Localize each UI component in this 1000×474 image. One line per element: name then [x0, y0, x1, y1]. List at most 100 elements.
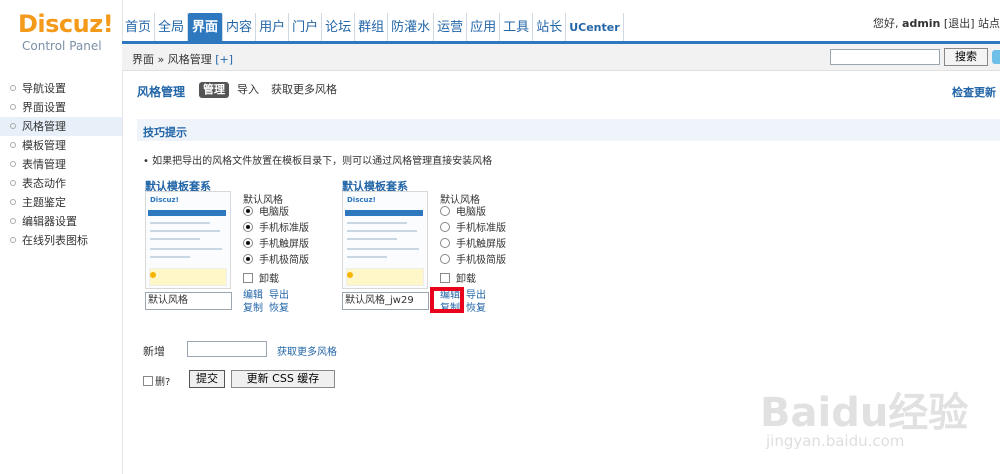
sidebar-item-click-actions[interactable]: 表态动作: [0, 174, 122, 193]
copy-link[interactable]: 复制: [243, 303, 263, 314]
thumbnail-line: [150, 248, 222, 250]
nav-webmaster[interactable]: 站长: [533, 13, 567, 41]
main-content: 风格管理 管理 导入 获取更多风格 检查更新 技巧提示 • 如果把导出的风格文件…: [123, 71, 1000, 474]
style-name-input[interactable]: 默认风格: [145, 292, 232, 310]
thumbnail-line: [150, 238, 200, 240]
get-more-styles-link[interactable]: 获取更多风格: [277, 343, 337, 358]
bullet-icon: [10, 85, 16, 91]
search-input[interactable]: [830, 49, 940, 65]
style-thumbnail[interactable]: Discuz!: [145, 191, 231, 289]
username: admin: [902, 17, 941, 30]
bullet-icon: [10, 104, 16, 110]
radio-group-title: 默认风格: [243, 195, 283, 206]
export-link[interactable]: 导出: [466, 290, 486, 301]
sub-bar: 界面 » 风格管理 [+] 搜索: [122, 44, 1000, 71]
sidebar-item-nav-settings[interactable]: 导航设置: [0, 79, 122, 98]
new-style-input[interactable]: [187, 341, 267, 357]
thumbnail-nav: [345, 210, 423, 216]
radio-icon[interactable]: [243, 238, 253, 248]
radio-icon[interactable]: [440, 254, 450, 264]
option-pc[interactable]: 电脑版: [243, 205, 309, 221]
option-mobile-simple[interactable]: 手机极简版: [440, 253, 506, 269]
thumbnail-notice: [149, 268, 227, 286]
style-card: 默认模板套系 Discuz! 默认风格_jw29 默认风格 电脑版 手机标准版 …: [342, 178, 532, 328]
radio-icon[interactable]: [440, 222, 450, 232]
radio-icon[interactable]: [440, 206, 450, 216]
bullet-icon: [10, 237, 16, 243]
new-style-label: 新增: [143, 345, 165, 358]
option-pc[interactable]: 电脑版: [440, 205, 506, 221]
highlight-box: [430, 287, 464, 313]
nav-home[interactable]: 首页: [122, 13, 156, 41]
bullet-icon: [10, 142, 16, 148]
thumbnail-line: [150, 222, 210, 224]
site-link[interactable]: 站点: [978, 17, 1000, 30]
nav-global[interactable]: 全局: [155, 13, 189, 41]
nav-groups[interactable]: 群组: [355, 13, 389, 41]
option-mobile-simple[interactable]: 手机极简版: [243, 253, 309, 269]
sidebar-item-label: 界面设置: [22, 101, 66, 114]
uninstall-option[interactable]: 卸载: [243, 271, 309, 289]
restore-link[interactable]: 恢复: [466, 303, 486, 314]
sidebar-item-template-management[interactable]: 模板管理: [0, 136, 122, 155]
nav-content[interactable]: 内容: [223, 13, 257, 41]
option-mobile-standard[interactable]: 手机标准版: [440, 221, 506, 237]
sidebar-item-smiley-management[interactable]: 表情管理: [0, 155, 122, 174]
submit-button[interactable]: 提交: [189, 370, 225, 388]
option-mobile-touch[interactable]: 手机触屏版: [440, 237, 506, 253]
logout-link[interactable]: [退出]: [944, 17, 975, 30]
radio-icon[interactable]: [243, 222, 253, 232]
header: Discuz! Control Panel 首页 全局 界面 内容 用户 门户 …: [0, 0, 1000, 70]
sidebar-item-label: 表情管理: [22, 158, 66, 171]
thumbnail-icon: [347, 272, 353, 278]
tip-text: • 如果把导出的风格文件放置在模板目录下，则可以通过风格管理直接安装风格: [143, 156, 493, 167]
bullet-icon: [10, 218, 16, 224]
page-title: 风格管理: [137, 85, 186, 99]
map-icon[interactable]: [992, 50, 1000, 64]
tab-get-more[interactable]: 获取更多风格: [267, 82, 341, 98]
nav-antispam[interactable]: 防灌水: [388, 13, 435, 41]
default-style-options: 默认风格 电脑版 手机标准版 手机触屏版 手机极简版 卸载: [243, 191, 309, 289]
tab-import[interactable]: 导入: [233, 82, 263, 98]
nav-ucenter[interactable]: UCenter: [566, 13, 624, 41]
nav-tools[interactable]: 工具: [500, 13, 534, 41]
nav-users[interactable]: 用户: [256, 13, 290, 41]
thumbnail-logo: Discuz!: [150, 196, 179, 204]
restore-link[interactable]: 恢复: [269, 303, 289, 314]
checkbox-icon[interactable]: [440, 273, 450, 283]
radio-icon[interactable]: [243, 254, 253, 264]
nav-interface[interactable]: 界面: [188, 13, 224, 42]
option-label: 电脑版: [456, 207, 486, 218]
export-link[interactable]: 导出: [269, 290, 289, 301]
nav-portal[interactable]: 门户: [289, 13, 323, 41]
refresh-css-cache-button[interactable]: 更新 CSS 缓存: [231, 370, 335, 388]
sidebar-item-label: 导航设置: [22, 82, 66, 95]
delete-option[interactable]: 删?: [143, 373, 170, 388]
thumbnail-notice: [346, 268, 424, 286]
checkbox-icon[interactable]: [143, 376, 153, 386]
style-name-input[interactable]: 默认风格_jw29: [342, 292, 429, 310]
sidebar-item-online-icons[interactable]: 在线列表图标: [0, 231, 122, 250]
tab-manage[interactable]: 管理: [199, 82, 229, 98]
radio-icon[interactable]: [440, 238, 450, 248]
sidebar-item-thread-stamps[interactable]: 主题鉴定: [0, 193, 122, 212]
radio-icon[interactable]: [243, 206, 253, 216]
sidebar-item-label: 模板管理: [22, 139, 66, 152]
nav-apps[interactable]: 应用: [467, 13, 501, 41]
style-thumbnail[interactable]: Discuz!: [342, 191, 428, 289]
sidebar-item-editor-settings[interactable]: 编辑器设置: [0, 212, 122, 231]
thumbnail-icon: [150, 272, 156, 278]
sidebar-item-interface-settings[interactable]: 界面设置: [0, 98, 122, 117]
option-mobile-touch[interactable]: 手机触屏版: [243, 237, 309, 253]
search-button[interactable]: 搜索: [944, 48, 988, 66]
add-shortcut-link[interactable]: [+]: [215, 53, 233, 66]
sidebar-item-style-management[interactable]: 风格管理: [0, 117, 122, 136]
option-mobile-standard[interactable]: 手机标准版: [243, 221, 309, 237]
nav-operations[interactable]: 运营: [434, 13, 468, 41]
checkbox-icon[interactable]: [243, 273, 253, 283]
nav-forum[interactable]: 论坛: [322, 13, 356, 41]
style-actions: 编辑 导出 复制 恢复: [243, 289, 295, 315]
check-update-link[interactable]: 检查更新: [952, 84, 996, 100]
edit-link[interactable]: 编辑: [243, 290, 263, 301]
style-card: 默认模板套系 Discuz! 默认风格 默认风格 电脑版 手机标准版 手机触屏版…: [145, 178, 335, 328]
